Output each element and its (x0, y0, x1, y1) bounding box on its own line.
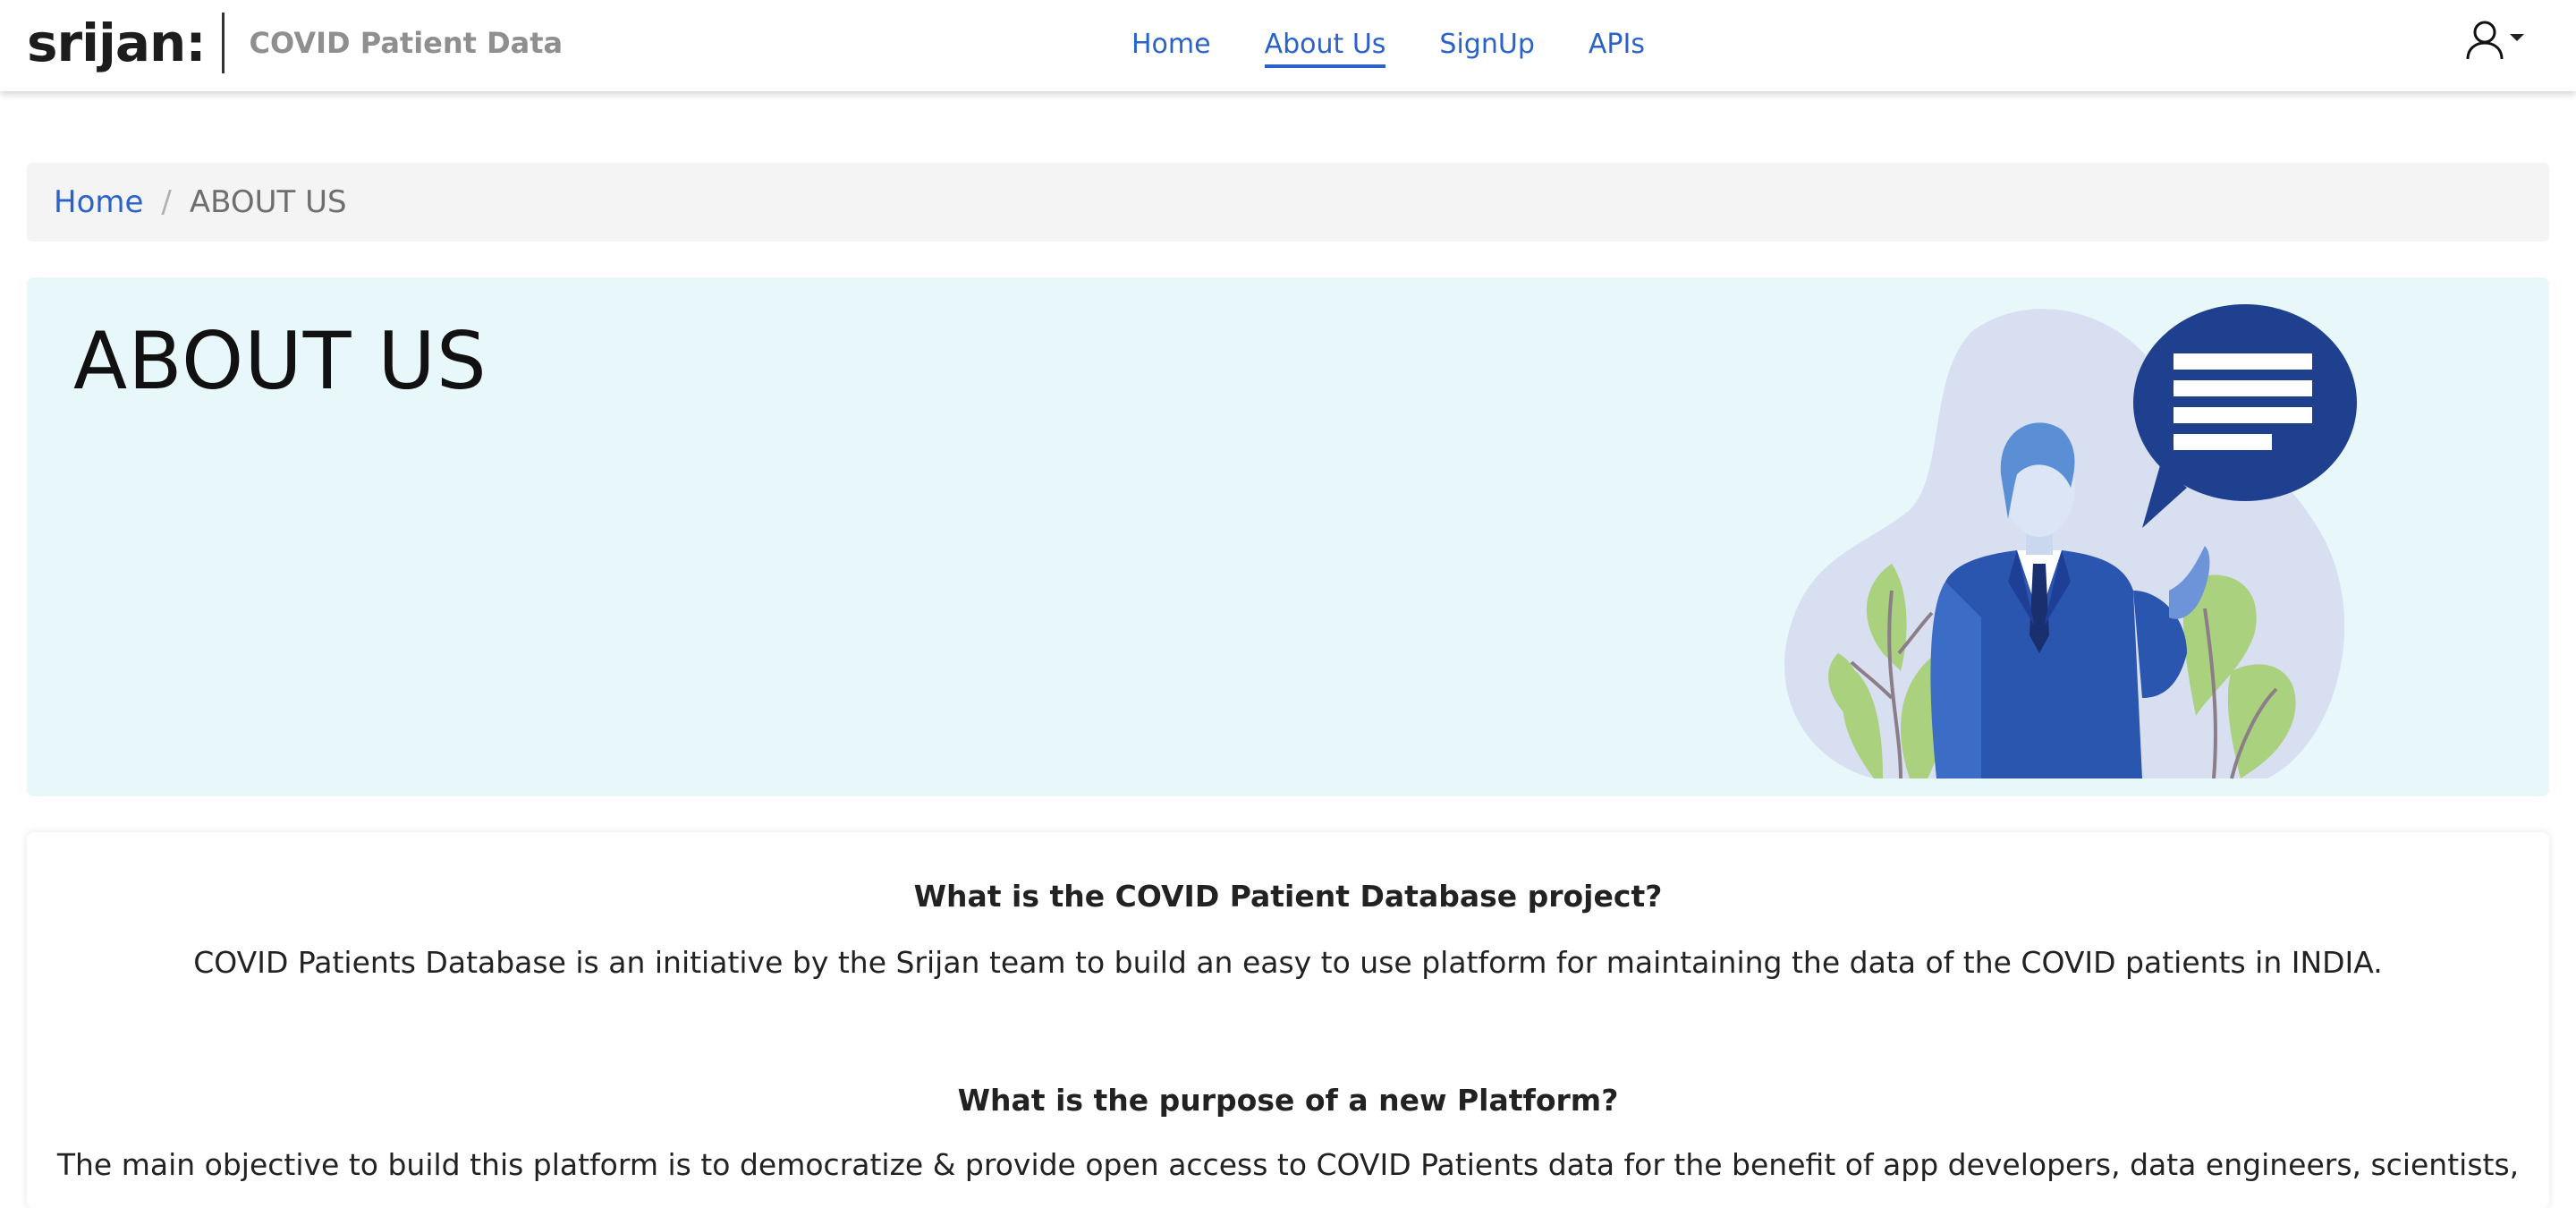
top-navbar: srijan: COVID Patient Data Home About Us… (0, 0, 2576, 91)
hero-banner: ABOUT US (27, 277, 2549, 796)
businessman-illustration (1784, 304, 2357, 779)
nav-signup[interactable]: SignUp (1439, 25, 1534, 70)
faq-question: What is the purpose of a new Platform? (957, 1083, 1619, 1118)
nav-apis[interactable]: APIs (1589, 25, 1645, 70)
srijan-logo: srijan: (27, 13, 207, 73)
breadcrumb: Home / ABOUT US (27, 163, 2549, 242)
breadcrumb-home[interactable]: Home (54, 184, 143, 220)
nav-about-us[interactable]: About Us (1264, 25, 1386, 68)
chevron-down-icon (2510, 34, 2524, 41)
faq-answer: COVID Patients Database is an initiative… (193, 945, 2383, 980)
brand-divider (221, 13, 225, 73)
main-nav: Home About Us SignUp APIs (1131, 25, 1699, 70)
breadcrumb-current: ABOUT US (189, 184, 347, 220)
user-menu-dropdown[interactable] (2465, 18, 2528, 63)
nav-home[interactable]: Home (1131, 25, 1211, 70)
user-icon (2466, 21, 2504, 60)
faq-answer: The main objective to build this platfor… (56, 1147, 2520, 1182)
faq-card: What is the COVID Patient Database proje… (27, 832, 2549, 1208)
faq-question: What is the COVID Patient Database proje… (913, 879, 1663, 914)
page-title: ABOUT US (73, 315, 487, 407)
app-title: COVID Patient Data (249, 26, 564, 60)
breadcrumb-separator: / (161, 184, 172, 220)
brand[interactable]: srijan: COVID Patient Data (27, 11, 563, 75)
